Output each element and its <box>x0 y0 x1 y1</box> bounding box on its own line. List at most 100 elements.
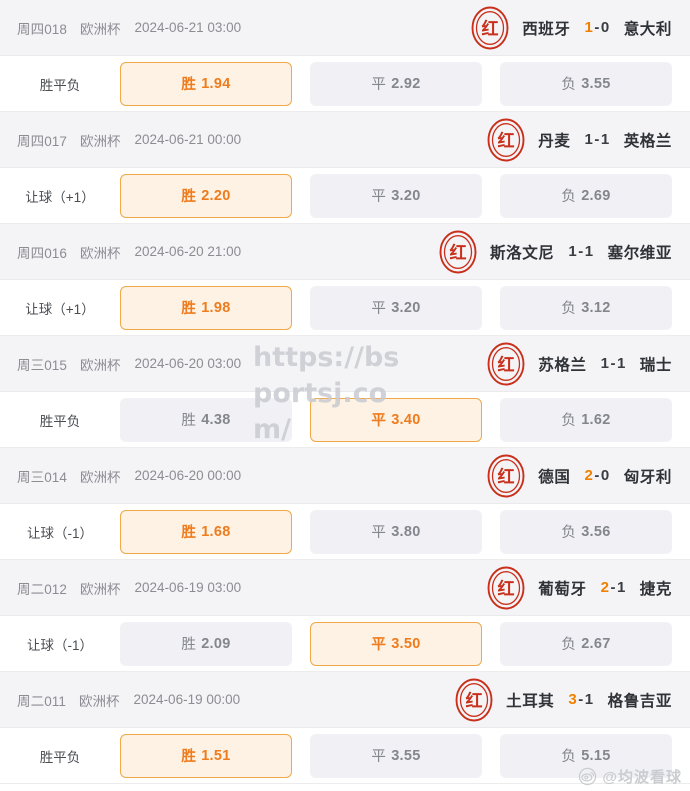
market-type-label: 胜平负 <box>39 749 81 765</box>
match-score: 2-1 <box>601 579 626 596</box>
match-score: 1-1 <box>585 131 610 148</box>
odds-value: 1.94 <box>201 75 231 92</box>
match-score: 1-1 <box>568 243 593 260</box>
home-score: 2 <box>584 467 594 484</box>
match-block[interactable]: 周四016 欧洲杯 2024-06-20 21:00 红 斯洛文尼 1-1 塞尔维亚 让球（+… <box>0 224 690 336</box>
market-type-label: 让球（-1） <box>26 637 93 653</box>
odds-cell-win[interactable]: 胜 1.94 <box>120 61 292 106</box>
odds-cell-draw[interactable]: 平 3.50 <box>310 621 482 666</box>
match-fixture: 红 斯洛文尼 1-1 塞尔维亚 <box>436 224 690 279</box>
red-seal-stamp-icon: 红 <box>484 342 528 386</box>
match-block[interactable]: 周二011 欧洲杯 2024-06-19 00:00 红土耳其 3-1 格鲁吉亚胜平负 胜 1… <box>0 672 690 784</box>
away-team-name: 格鲁吉亚 <box>607 692 672 710</box>
odds-cell-group: 胜 2.09 平 3.50 负 2.67 <box>120 621 690 666</box>
odds-key-label: 平 <box>371 749 387 765</box>
match-header[interactable]: 周四018 欧洲杯 2024-06-21 03:00 红 西班牙 1-0 意大利 <box>0 0 690 56</box>
odds-cell-lose[interactable]: 负 3.56 <box>500 509 672 554</box>
red-seal-stamp-icon: 红 <box>484 566 528 610</box>
odds-cell-lose[interactable]: 负 2.67 <box>500 621 672 666</box>
odds-key-label: 负 <box>561 637 577 653</box>
odds-key-label: 胜 <box>181 189 197 205</box>
odds-cell-win[interactable]: 胜 2.20 <box>120 173 292 218</box>
match-score: 1-1 <box>601 355 626 372</box>
svg-text:红: 红 <box>482 18 499 39</box>
odds-value: 3.40 <box>391 411 421 428</box>
odds-row: 让球（-1） 胜 2.09 平 3.50 负 2.67 <box>0 616 690 672</box>
match-header[interactable]: 周二011 欧洲杯 2024-06-19 00:00 红 土耳其 3-1 格鲁吉亚 <box>0 672 690 728</box>
odds-cell-draw[interactable]: 平 3.20 <box>310 285 482 330</box>
odds-cell-draw[interactable]: 平 2.92 <box>310 61 482 106</box>
odds-cell-draw[interactable]: 平 3.40 <box>310 397 482 442</box>
odds-row: 胜平负 胜 1.51 平 3.55 负 5.15 <box>0 728 690 784</box>
match-header[interactable]: 周四017 欧洲杯 2024-06-21 00:00 红 丹麦 1-1 英格兰 <box>0 112 690 168</box>
odds-cell-draw[interactable]: 平 3.55 <box>310 733 482 778</box>
odds-cell-win[interactable]: 胜 1.98 <box>120 285 292 330</box>
match-round-label: 周四017 <box>17 133 68 149</box>
odds-cell-lose[interactable]: 负 1.62 <box>500 397 672 442</box>
match-block[interactable]: 周四018 欧洲杯 2024-06-21 03:00 红西班牙 1-0 意大利 胜平负胜 1.… <box>0 0 690 112</box>
match-league-label: 欧洲杯 <box>80 133 121 149</box>
svg-text:红: 红 <box>466 690 483 711</box>
match-kickoff-time: 2024-06-20 21:00 <box>134 244 242 259</box>
match-round-label: 周四016 <box>17 245 68 261</box>
svg-text:红: 红 <box>498 130 515 151</box>
odds-key-label: 胜 <box>181 413 197 429</box>
market-type-label: 胜平负 <box>39 77 81 93</box>
match-meta: 周三015 欧洲杯 2024-06-20 03:00 <box>0 354 241 374</box>
away-team-name: 塞尔维亚 <box>607 244 672 262</box>
match-header[interactable]: 周三015 欧洲杯 2024-06-20 03:00 红 苏格兰 1-1 瑞士 <box>0 336 690 392</box>
odds-cell-group: 胜 1.51 平 3.55 负 5.15 <box>120 733 690 778</box>
odds-row: 胜平负 胜 1.94 平 2.92 负 3.55 <box>0 56 690 112</box>
match-fixture: 红 苏格兰 1-1 瑞士 <box>484 336 690 391</box>
odds-cell-win[interactable]: 胜 2.09 <box>120 621 292 666</box>
match-block[interactable]: 周四017 欧洲杯 2024-06-21 00:00 红 丹麦 1-1 英格兰 让球（+1） 胜… <box>0 112 690 224</box>
match-header[interactable]: 周二012 欧洲杯 2024-06-19 03:00 红 葡萄牙 2-1 捷克 <box>0 560 690 616</box>
odds-cell-draw[interactable]: 平 3.20 <box>310 173 482 218</box>
match-block[interactable]: 周三015 欧洲杯 2024-06-20 03:00 红苏格兰 1-1 瑞士胜平负 胜 4.3… <box>0 336 690 448</box>
match-fixture: 红 西班牙 1-0 意大利 <box>468 0 690 55</box>
away-team-name: 捷克 <box>639 580 672 598</box>
odds-value: 1.68 <box>201 523 231 540</box>
home-team-name: 葡萄牙 <box>538 580 587 598</box>
match-header[interactable]: 周四016 欧洲杯 2024-06-20 21:00 红 斯洛文尼 1-1 塞尔维亚 <box>0 224 690 280</box>
match-round-label: 周四018 <box>17 21 68 37</box>
away-team-name: 意大利 <box>623 20 672 38</box>
odds-cell-win[interactable]: 胜 1.68 <box>120 509 292 554</box>
odds-cell-group: 胜 4.38 平 3.40 负 1.62 <box>120 397 690 442</box>
odds-cell-group: 胜 1.94 平 2.92 负 3.55 <box>120 61 690 106</box>
odds-value: 3.50 <box>391 635 421 652</box>
match-block[interactable]: 周二012 欧洲杯 2024-06-19 03:00 红 葡萄牙 2-1 捷克让球（-1） 胜… <box>0 560 690 672</box>
home-team-name: 斯洛文尼 <box>490 244 555 262</box>
red-seal-stamp-icon: 红 <box>484 118 528 162</box>
market-type-label: 胜平负 <box>39 413 81 429</box>
away-team-name: 匈牙利 <box>623 468 672 486</box>
red-seal-stamp-icon: 红 <box>452 678 496 722</box>
odds-cell-win[interactable]: 胜 4.38 <box>120 397 292 442</box>
odds-value: 2.92 <box>391 75 421 92</box>
odds-value: 5.15 <box>581 747 611 764</box>
match-header[interactable]: 周三014 欧洲杯 2024-06-20 00:00 红 德国 2-0 匈牙利 <box>0 448 690 504</box>
odds-cell-draw[interactable]: 平 3.80 <box>310 509 482 554</box>
away-team-name: 英格兰 <box>623 132 672 150</box>
odds-cell-group: 胜 1.98 平 3.20 负 3.12 <box>120 285 690 330</box>
odds-cell-lose[interactable]: 负 3.55 <box>500 61 672 106</box>
svg-text:红: 红 <box>498 466 515 487</box>
odds-value: 3.20 <box>391 299 421 316</box>
odds-key-label: 平 <box>371 189 387 205</box>
market-type-label: 让球（+1） <box>25 301 95 317</box>
match-block[interactable]: 周三014 欧洲杯 2024-06-20 00:00 红 德国 2-0 匈牙利 让球（-1） 胜… <box>0 448 690 560</box>
match-meta: 周二012 欧洲杯 2024-06-19 03:00 <box>0 578 241 598</box>
odds-cell-win[interactable]: 胜 1.51 <box>120 733 292 778</box>
match-results-board: 周四018 欧洲杯 2024-06-21 03:00 红西班牙 1-0 意大利 胜平负胜 1.… <box>0 0 690 791</box>
odds-cell-lose[interactable]: 负 3.12 <box>500 285 672 330</box>
odds-cell-lose[interactable]: 负 2.69 <box>500 173 672 218</box>
odds-key-label: 胜 <box>181 301 197 317</box>
match-meta: 周四016 欧洲杯 2024-06-20 21:00 <box>0 242 241 262</box>
odds-cell-lose[interactable]: 负 5.15 <box>500 733 672 778</box>
match-score: 1-0 <box>585 19 610 36</box>
match-round-label: 周二012 <box>17 581 68 597</box>
match-fixture: 红 丹麦 1-1 英格兰 <box>484 112 690 167</box>
match-round-label: 周三014 <box>17 469 68 485</box>
match-round-label: 周三015 <box>17 357 68 373</box>
match-kickoff-time: 2024-06-20 00:00 <box>134 468 242 483</box>
